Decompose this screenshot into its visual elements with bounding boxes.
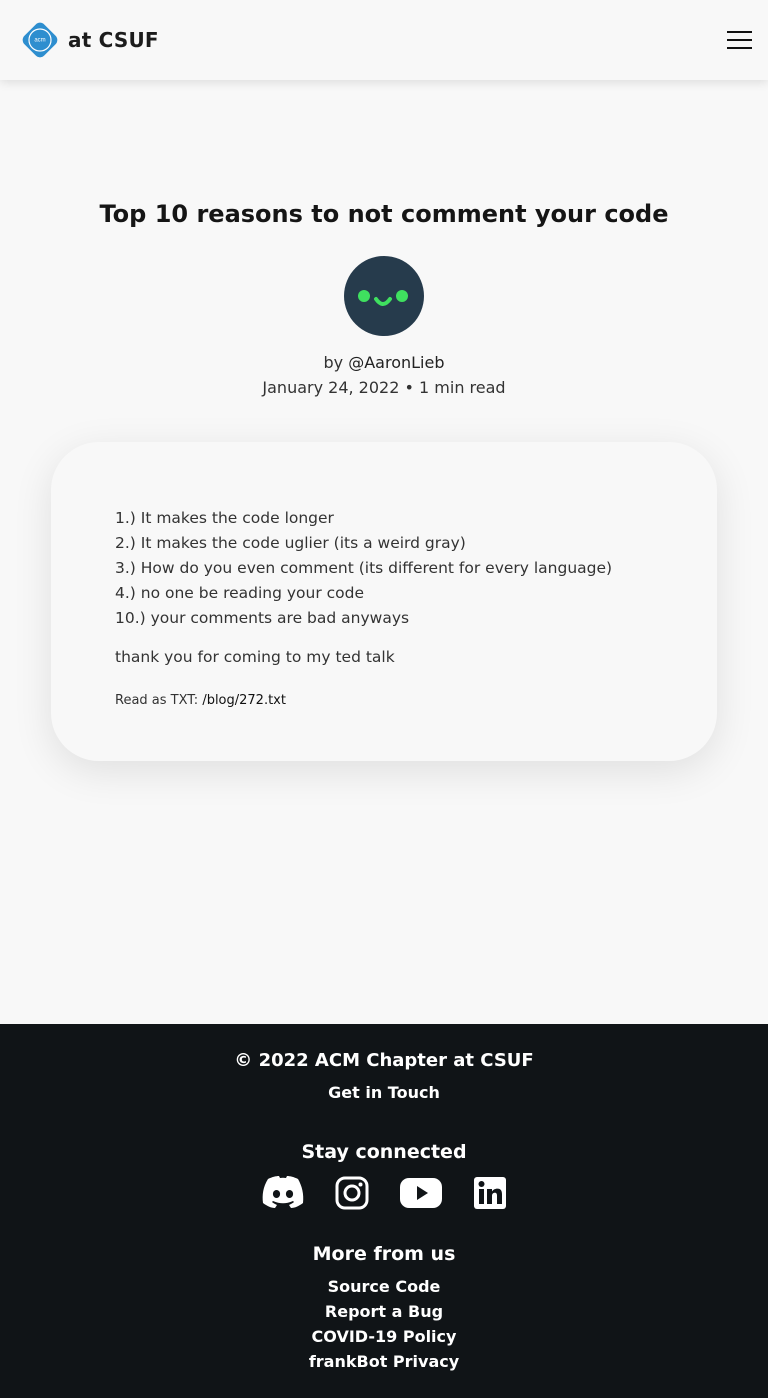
covid-policy-link[interactable]: COVID-19 Policy — [0, 1324, 768, 1349]
more-from-us-heading: More from us — [312, 1243, 456, 1265]
copyright: © 2022 ACM Chapter at CSUF — [234, 1050, 534, 1071]
hamburger-menu-icon[interactable] — [724, 26, 756, 54]
txt-label: Read as TXT: — [115, 693, 203, 708]
site-header: acm at CSUF — [0, 0, 768, 80]
read-time: 1 min read — [419, 378, 506, 397]
frankbot-privacy-link[interactable]: frankBot Privacy — [0, 1349, 768, 1374]
list-item: 1.) It makes the code longer — [115, 509, 334, 527]
post-title: Top 10 reasons to not comment your code — [99, 200, 669, 228]
post-content-card: 1.) It makes the code longer 2.) It make… — [51, 442, 717, 761]
byline: by @AaronLieb — [0, 353, 768, 372]
home-link[interactable]: acm at CSUF — [18, 18, 159, 62]
brand-name: at CSUF — [68, 28, 159, 52]
site-footer: © 2022 ACM Chapter at CSUF Get in Touch … — [0, 1024, 768, 1398]
post-meta: January 24, 2022 • 1 min read — [0, 378, 768, 397]
report-bug-link[interactable]: Report a Bug — [0, 1299, 768, 1324]
author-avatar — [344, 256, 424, 336]
post-date: January 24, 2022 — [262, 378, 400, 397]
read-as-txt: Read as TXT: /blog/272.txt — [115, 693, 286, 708]
smiley-face-icon — [358, 290, 408, 306]
list-item: 3.) How do you even comment (its differe… — [115, 559, 613, 577]
get-in-touch-link[interactable]: Get in Touch — [0, 1083, 768, 1102]
acm-logo-icon: acm — [22, 22, 58, 58]
instagram-icon[interactable] — [335, 1175, 369, 1211]
reasons-list: 1.) It makes the code longer 2.) It make… — [115, 506, 612, 631]
closing-text: thank you for coming to my ted talk — [115, 648, 395, 666]
menu-bar — [727, 31, 752, 33]
youtube-icon[interactable] — [399, 1175, 443, 1211]
menu-bar — [727, 47, 752, 49]
logo-text: acm — [34, 38, 45, 44]
linkedin-icon[interactable] — [473, 1175, 507, 1211]
list-item: 10.) your comments are bad anyways — [115, 609, 410, 627]
source-code-link[interactable]: Source Code — [0, 1274, 768, 1299]
menu-bar — [727, 39, 752, 41]
discord-icon[interactable] — [261, 1175, 305, 1211]
txt-file-link[interactable]: /blog/272.txt — [202, 693, 286, 708]
by-prefix: by — [323, 353, 349, 372]
stay-connected-heading: Stay connected — [301, 1141, 467, 1163]
list-item: 4.) no one be reading your code — [115, 584, 365, 602]
social-links — [0, 1175, 768, 1215]
author-link[interactable]: @AaronLieb — [348, 353, 444, 372]
meta-separator: • — [399, 378, 420, 397]
list-item: 2.) It makes the code uglier (its a weir… — [115, 534, 466, 552]
footer-links: Source Code Report a Bug COVID-19 Policy… — [0, 1274, 768, 1374]
